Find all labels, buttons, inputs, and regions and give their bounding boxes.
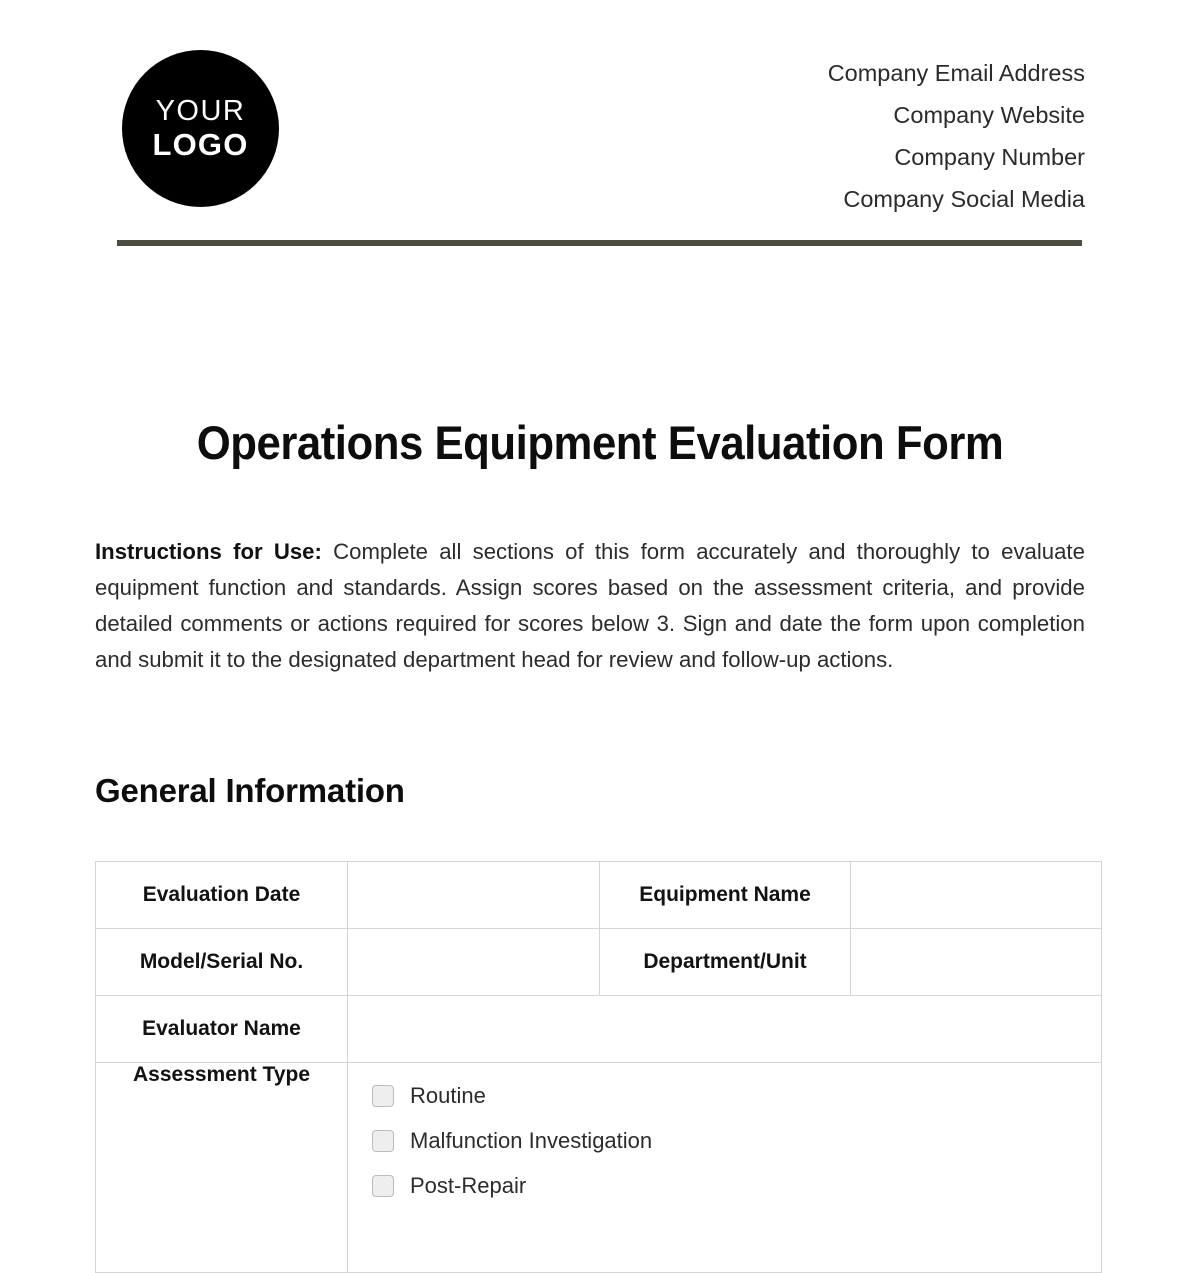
instructions-paragraph: Instructions for Use: Complete all secti… — [95, 534, 1085, 678]
label-evaluation-date: Evaluation Date — [95, 861, 348, 929]
contact-website: Company Website — [893, 102, 1085, 128]
logo-text-your: YOUR — [155, 95, 246, 127]
field-evaluation-date[interactable] — [347, 861, 600, 929]
label-model-serial-no: Model/Serial No. — [95, 928, 348, 996]
company-logo: YOUR LOGO — [122, 50, 279, 207]
table-row: Evaluation Date Equipment Name — [95, 861, 1102, 929]
company-contact-block: Company Email Address Company Website Co… — [828, 52, 1085, 220]
checkbox-icon[interactable] — [372, 1085, 394, 1107]
assessment-type-options-cell: Routine Malfunction Investigation Post-R… — [347, 1062, 1102, 1273]
label-assessment-type: Assessment Type — [95, 1062, 348, 1273]
page-title: Operations Equipment Evaluation Form — [196, 416, 1004, 469]
checkbox-label-post-repair: Post-Repair — [410, 1173, 527, 1198]
contact-number: Company Number — [894, 144, 1085, 170]
table-row: Evaluator Name — [95, 995, 1102, 1063]
checkbox-icon[interactable] — [372, 1175, 394, 1197]
contact-email: Company Email Address — [827, 60, 1085, 86]
section-heading-general-information: General Information — [95, 772, 405, 809]
table-row: Assessment Type Routine Malfunction Inve… — [95, 1062, 1102, 1273]
checkbox-row-routine[interactable]: Routine — [372, 1083, 1101, 1109]
field-department-unit[interactable] — [850, 928, 1102, 996]
field-evaluator-name[interactable] — [347, 995, 1102, 1063]
contact-social-media: Company Social Media — [843, 186, 1085, 212]
checkbox-row-malfunction-investigation[interactable]: Malfunction Investigation — [372, 1128, 1101, 1154]
field-equipment-name[interactable] — [850, 861, 1102, 929]
checkbox-label-routine: Routine — [410, 1083, 486, 1108]
document-page: YOUR LOGO Company Email Address Company … — [0, 0, 1200, 1273]
label-department-unit: Department/Unit — [599, 928, 851, 996]
table-row: Model/Serial No. Department/Unit — [95, 928, 1102, 996]
checkbox-label-malfunction-investigation: Malfunction Investigation — [410, 1128, 653, 1153]
instructions-label: Instructions for Use: — [95, 539, 322, 564]
general-information-table: Evaluation Date Equipment Name Model/Ser… — [95, 861, 1102, 1273]
assessment-type-checkbox-list: Routine Malfunction Investigation Post-R… — [348, 1063, 1101, 1209]
header-divider — [117, 240, 1082, 246]
document-header: YOUR LOGO Company Email Address Company … — [0, 0, 1200, 262]
label-evaluator-name: Evaluator Name — [95, 995, 348, 1063]
checkbox-row-post-repair[interactable]: Post-Repair — [372, 1173, 1101, 1199]
field-model-serial-no[interactable] — [347, 928, 600, 996]
general-information-table-wrapper: Evaluation Date Equipment Name Model/Ser… — [95, 861, 1102, 1273]
checkbox-icon[interactable] — [372, 1130, 394, 1152]
label-equipment-name: Equipment Name — [599, 861, 851, 929]
logo-text-logo: LOGO — [152, 127, 249, 162]
